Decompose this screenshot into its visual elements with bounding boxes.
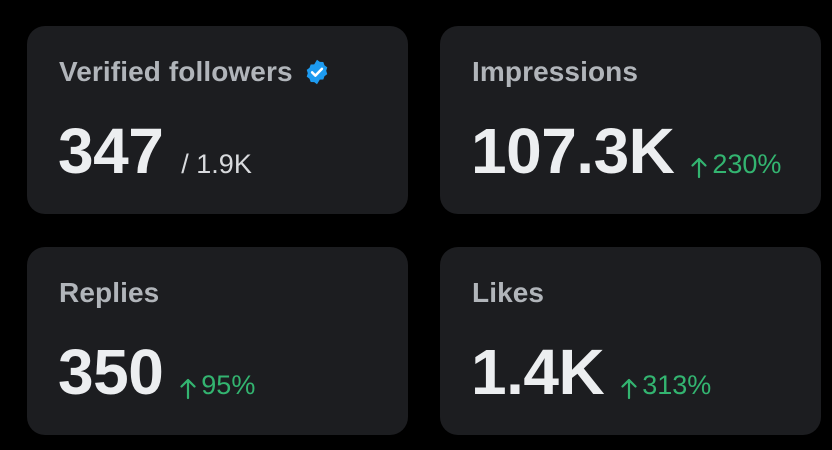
- metric-change: 95%: [179, 370, 255, 401]
- metric-change: 230%: [690, 149, 781, 180]
- verified-badge-icon: [303, 58, 331, 86]
- metric-value: 347: [58, 115, 164, 187]
- arrow-up-icon: [620, 376, 638, 400]
- card-title: Impressions: [472, 56, 639, 87]
- metric-total: / 1.9K: [181, 149, 252, 179]
- card-title: Verified followers: [59, 56, 293, 87]
- value-row: 347 / 1.9K: [58, 119, 252, 183]
- metric-change: 313%: [620, 370, 711, 401]
- arrow-up-icon: [690, 155, 708, 179]
- stat-card-likes[interactable]: Likes 1.4K 313%: [440, 247, 821, 435]
- metric-value: 1.4K: [471, 336, 605, 408]
- card-title-row: Impressions: [472, 56, 638, 88]
- stats-grid: Verified followers 347 / 1.9K Impression…: [0, 0, 832, 450]
- card-title-row: Replies: [59, 277, 159, 309]
- stat-card-replies[interactable]: Replies 350 95%: [27, 247, 408, 435]
- arrow-up-icon: [179, 376, 197, 400]
- metric-change-value: 95%: [201, 370, 256, 400]
- metric-value: 350: [58, 336, 164, 408]
- card-title-row: Likes: [472, 277, 544, 309]
- value-row: 350 95%: [58, 340, 255, 404]
- stat-card-impressions[interactable]: Impressions 107.3K 230%: [440, 26, 821, 214]
- card-title: Replies: [59, 277, 160, 308]
- metric-value: 107.3K: [471, 115, 675, 187]
- metric-change-value: 230%: [712, 149, 782, 179]
- value-row: 107.3K 230%: [471, 119, 781, 183]
- metric-change-value: 313%: [642, 370, 712, 400]
- card-title: Likes: [472, 277, 545, 308]
- value-row: 1.4K 313%: [471, 340, 711, 404]
- card-title-row: Verified followers: [59, 56, 331, 88]
- stat-card-verified-followers[interactable]: Verified followers 347 / 1.9K: [27, 26, 408, 214]
